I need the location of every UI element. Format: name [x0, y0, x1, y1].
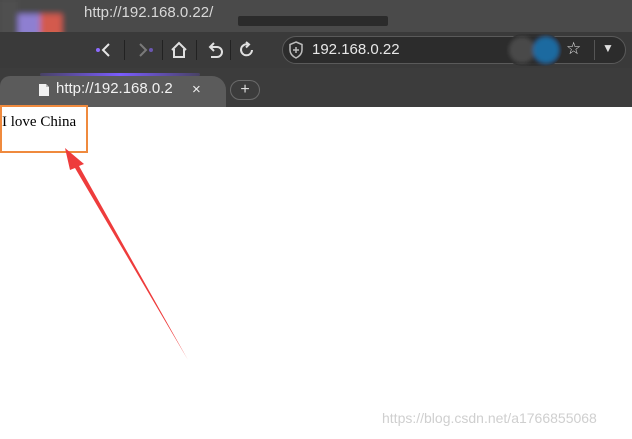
watermark-text: https://blog.csdn.net/a1766855068	[382, 410, 597, 426]
annotation-arrow	[65, 148, 188, 360]
